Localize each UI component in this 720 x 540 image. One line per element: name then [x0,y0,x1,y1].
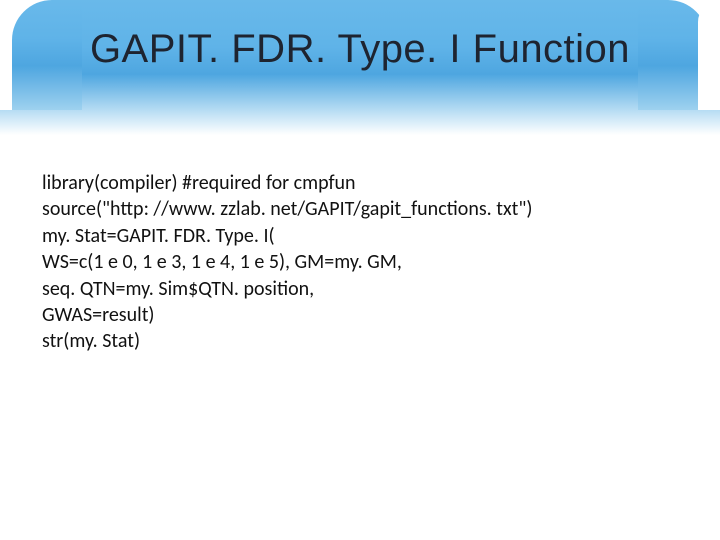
code-line-1: library(compiler) #required for cmpfun [42,170,678,196]
slide-body: library(compiler) #required for cmpfun s… [42,170,678,355]
code-line-3: my. Stat=GAPIT. FDR. Type. I( [42,223,678,249]
code-line-4: WS=c(1 e 0, 1 e 3, 1 e 4, 1 e 5), GM=my.… [42,249,678,275]
corner-decoration-left [0,0,70,110]
code-line-2: source("http: //www. zzlab. net/GAPIT/ga… [42,196,678,222]
code-line-7: str(my. Stat) [42,328,678,354]
corner-decoration-right [650,0,720,110]
slide-title: GAPIT. FDR. Type. I Function [90,27,630,72]
code-line-5: seq. QTN=my. Sim$QTN. position, [42,276,678,302]
title-band: GAPIT. FDR. Type. I Function [0,0,720,135]
code-line-6: GWAS=result) [42,302,678,328]
slide: GAPIT. FDR. Type. I Function library(com… [0,0,720,540]
